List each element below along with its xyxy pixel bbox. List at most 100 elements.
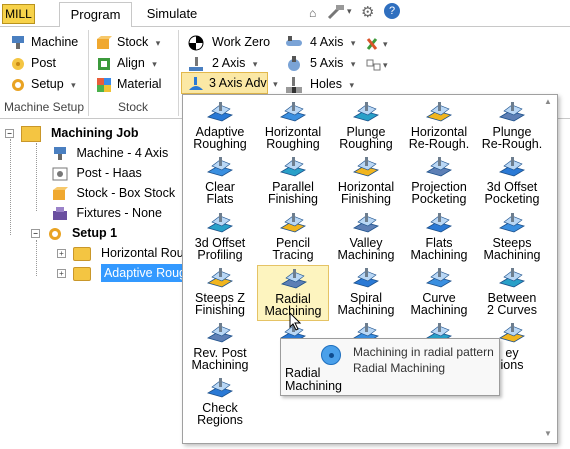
collapse-ribbon-icon[interactable]: ⌂: [309, 6, 316, 20]
machine-button[interactable]: Machine: [10, 32, 78, 52]
menu-item-label-line: Pocketing: [411, 192, 467, 206]
tree-item-horizontal-roughing[interactable]: + Horizontal Roug: [57, 243, 191, 263]
tree-guide-line: [36, 240, 37, 276]
scroll-down-icon[interactable]: ▼: [544, 429, 552, 438]
menu-item-row3-4[interactable]: Steeps Machining: [476, 210, 548, 266]
tab-simulate[interactable]: Simulate: [138, 2, 206, 27]
tree-item-label: Machine - 4 Axis: [76, 146, 169, 160]
four-axis-button[interactable]: 4 Axis ▾: [285, 32, 355, 52]
chevron-down-icon: ▾: [152, 59, 157, 69]
work-zero-icon: [188, 35, 204, 51]
tree-item-stock[interactable]: Stock - Box Stock: [52, 183, 175, 203]
three-axis-adv-button[interactable]: 3 Axis Adv ▾: [181, 72, 278, 94]
toolpath-icon: [280, 268, 308, 292]
tool-tools-icon[interactable]: ▾: [366, 35, 394, 53]
menu-item-label-line: Profiling: [197, 248, 243, 262]
svg-text:▾: ▾: [383, 39, 388, 49]
material-label: Material: [117, 77, 162, 91]
align-button[interactable]: Align ▾: [96, 53, 157, 73]
work-zero-label: Work Zero: [212, 35, 271, 49]
menu-item-row1-4[interactable]: Plunge Re-Rough.: [476, 99, 548, 155]
chevron-down-icon: ▾: [350, 38, 356, 48]
menu-item-row3-3[interactable]: Flats Machining: [403, 210, 475, 266]
chevron-down-icon: ▾: [349, 80, 354, 90]
expand-icon[interactable]: +: [57, 269, 66, 279]
chevron-down-icon: ▾: [71, 80, 76, 90]
tooltip-caption-line: Machining: [285, 379, 342, 393]
toolpath-icon: [352, 267, 380, 291]
toolpath-icon: [498, 212, 526, 236]
menu-item-row2-3[interactable]: Projection Pocketing: [403, 154, 475, 210]
tree-item-machine[interactable]: Machine - 4 Axis: [52, 143, 168, 163]
menu-item-row1-0[interactable]: Adaptive Roughing: [184, 99, 256, 155]
menu-item-label: Horizontal Roughing: [257, 126, 329, 151]
tree-item-label: Fixtures - None: [76, 206, 162, 220]
menu-item-row2-0[interactable]: Clear Flats: [184, 154, 256, 210]
menu-item-label-line: Machining: [337, 303, 395, 317]
menu-item-row5-0[interactable]: Rev. Post Machining: [184, 320, 256, 376]
menu-item-row1-1[interactable]: Horizontal Roughing: [257, 99, 329, 155]
menu-item-row3-1[interactable]: Pencil Tracing: [257, 210, 329, 266]
menu-item-row2-2[interactable]: Horizontal Finishing: [330, 154, 402, 210]
stock-label: Stock: [117, 35, 149, 49]
mill-button[interactable]: MILL: [2, 4, 35, 24]
menu-item-row1-2[interactable]: Plunge Roughing: [330, 99, 402, 155]
two-axis-icon: [188, 56, 204, 72]
tree-item-adaptive-roughing[interactable]: + Adaptive Rough: [57, 263, 196, 283]
toolpath-icon: [279, 212, 307, 236]
menu-item-label-line: Roughing: [339, 137, 393, 151]
tree-item-setup-1[interactable]: − Setup 1: [31, 223, 117, 243]
holes-button[interactable]: Holes ▾: [285, 74, 354, 94]
menu-item-row6-0[interactable]: Check Regions: [184, 375, 256, 431]
two-axis-button[interactable]: 2 Axis ▾: [188, 53, 257, 73]
menu-item-label: Rev. Post Machining: [184, 347, 256, 372]
post-button[interactable]: Post: [10, 53, 56, 73]
tree-item-fixtures[interactable]: Fixtures - None: [52, 203, 162, 223]
setup-button[interactable]: Setup ▾: [10, 74, 76, 94]
tab-program[interactable]: Program: [59, 2, 132, 27]
stock-button[interactable]: Stock ▾: [96, 32, 160, 52]
menu-item-row3-2[interactable]: Valley Machining: [330, 210, 402, 266]
menu-item-row3-0[interactable]: 3d Offset Profiling: [184, 210, 256, 266]
three-axis-adv-icon: [188, 76, 204, 92]
gear-icon[interactable]: ⚙: [361, 3, 374, 21]
menu-item-label: Projection Pocketing: [403, 181, 475, 206]
toolpath-icon: [279, 156, 307, 180]
menu-item-label-line: Re-Rough.: [408, 137, 470, 151]
menu-item-row1-3[interactable]: Horizontal Re-Rough.: [403, 99, 475, 155]
chevron-down-icon: ▾: [273, 79, 278, 89]
menu-item-label: Flats Machining: [403, 237, 475, 262]
menu-item-label-line: 2 Curves: [486, 303, 538, 317]
menu-item-label-line: Regions: [197, 413, 243, 427]
toolpath-utils-icon[interactable]: ▾: [366, 56, 394, 74]
menu-item-row4-0[interactable]: Steeps Z Finishing: [184, 265, 256, 321]
toolpath-icon: [425, 156, 453, 180]
menu-item-label: Plunge Roughing: [330, 126, 402, 151]
machine-icon: [52, 146, 68, 162]
material-button[interactable]: Material: [96, 74, 161, 94]
toolpath-icon: [425, 101, 453, 125]
menu-item-row2-4[interactable]: 3d Offset Pocketing: [476, 154, 548, 210]
tools-icon[interactable]: [326, 3, 346, 21]
collapse-icon[interactable]: −: [31, 229, 40, 239]
tree-item-post[interactable]: Post - Haas: [52, 163, 142, 183]
tree-item-label: Horizontal Roug: [100, 246, 191, 260]
collapse-icon[interactable]: −: [5, 129, 14, 139]
five-axis-button[interactable]: 5 Axis ▾: [285, 53, 355, 73]
menu-item-label: Valley Machining: [330, 237, 402, 262]
stock-icon: [52, 186, 68, 202]
help-icon[interactable]: ?: [384, 3, 400, 19]
chevron-down-icon[interactable]: ▾: [347, 6, 352, 17]
menu-item-row2-1[interactable]: Parallel Finishing: [257, 154, 329, 210]
menu-item-label: Horizontal Finishing: [330, 181, 402, 206]
setup-icon: [47, 226, 63, 242]
tree-root-machining-job[interactable]: − Machining Job: [5, 123, 138, 143]
menu-item-row4-4[interactable]: Between 2 Curves: [476, 265, 548, 321]
menu-item-row4-3[interactable]: Curve Machining: [403, 265, 475, 321]
menu-item-row4-2[interactable]: Spiral Machining: [330, 265, 402, 321]
svg-text:▾: ▾: [383, 60, 388, 70]
work-zero-button[interactable]: Work Zero: [188, 32, 270, 52]
toolpath-icon: [425, 267, 453, 291]
menu-item-label-line: Roughing: [193, 137, 247, 151]
expand-icon[interactable]: +: [57, 249, 66, 259]
